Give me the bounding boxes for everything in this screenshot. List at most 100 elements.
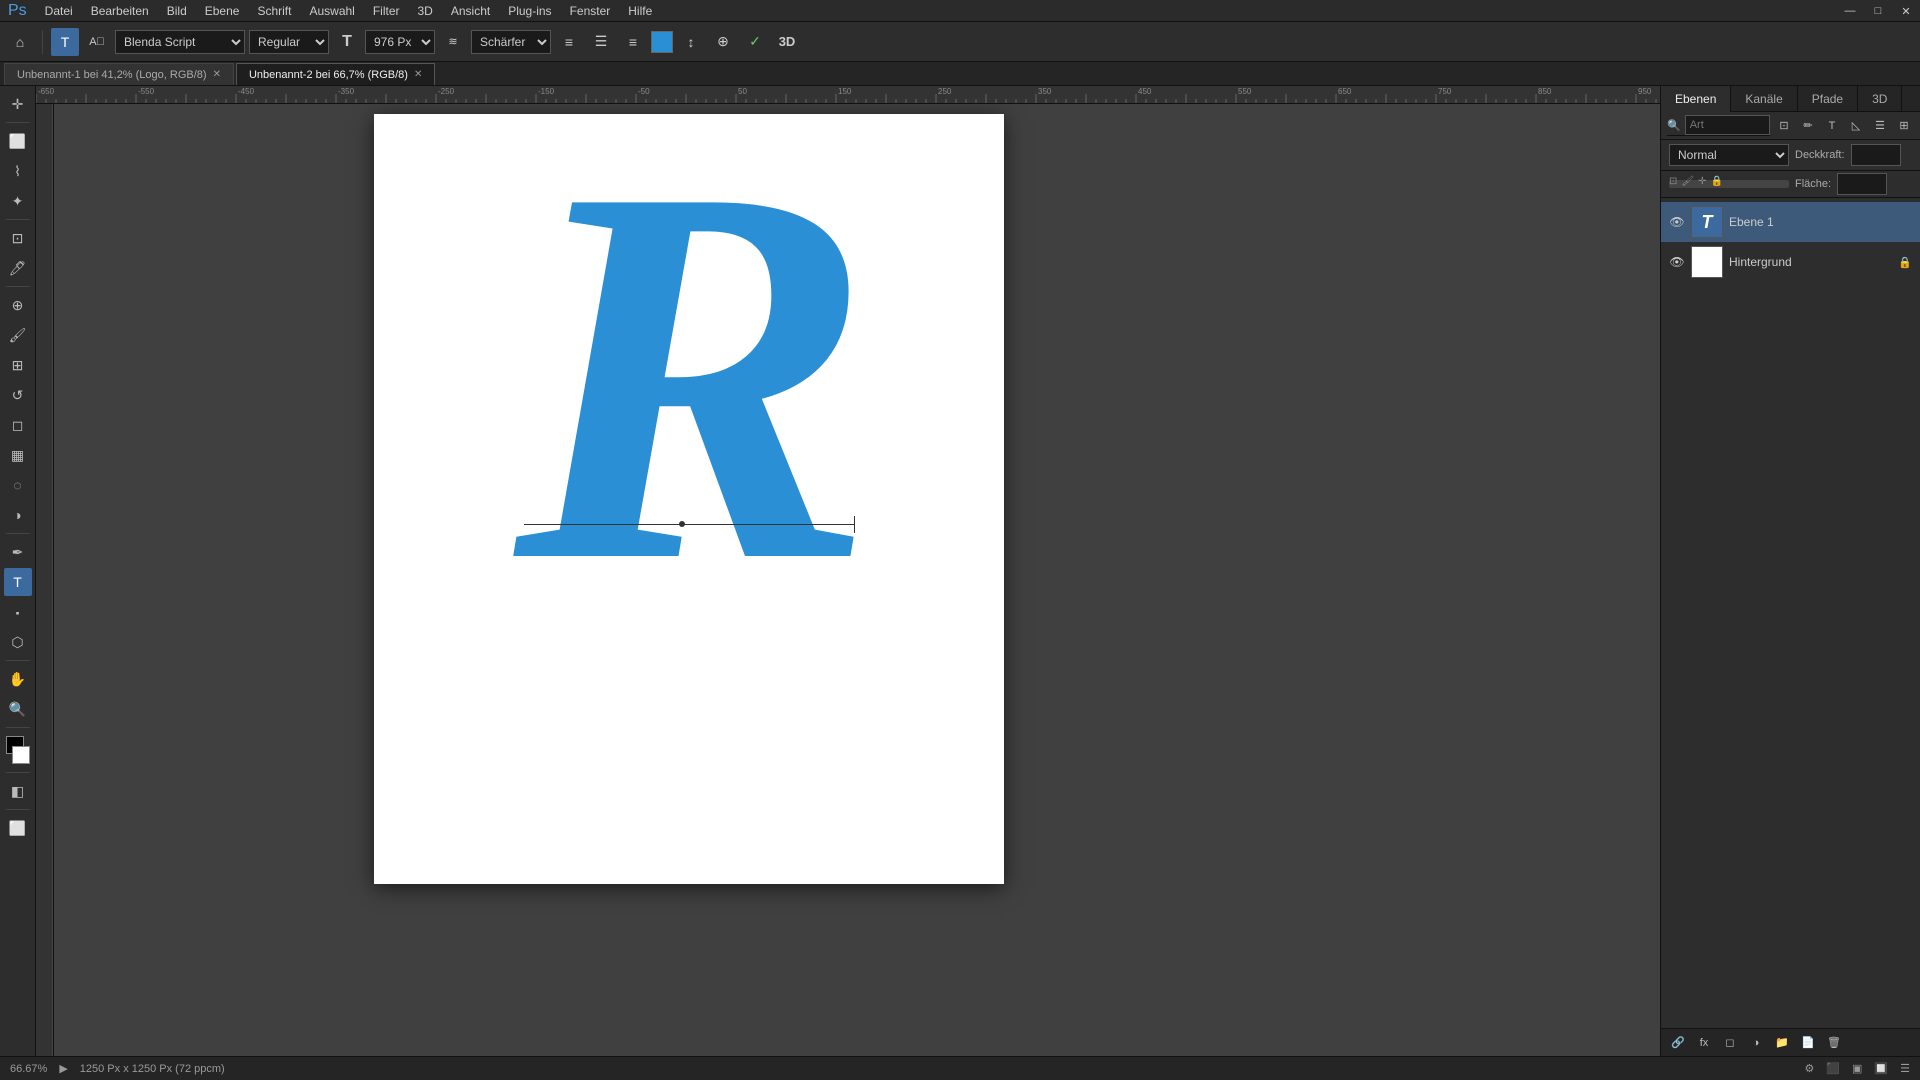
panel-icon4[interactable]: ◺ [1846,116,1866,136]
rectangle-select-tool[interactable]: ⬜ [4,127,32,155]
align-left-button[interactable]: ≡ [555,28,583,56]
font-size-select[interactable]: 976 Px [365,30,435,54]
3d-text-button[interactable]: 3D [773,28,801,56]
layer-visibility-toggle-1[interactable]: 👁 [1669,214,1685,230]
statusbar-icon5[interactable]: ☰ [1900,1062,1910,1075]
tab-1-close[interactable]: ✕ [213,69,221,80]
panel-search-area: 🔍 [1667,115,1770,136]
tab-2[interactable]: Unbenannt-2 bei 66,7% (RGB/8) ✕ [236,63,435,85]
blur-tool[interactable]: ◌ [4,471,32,499]
panel-tab-ebenen[interactable]: Ebenen [1661,86,1731,112]
statusbar-icon3[interactable]: ▣ [1852,1062,1862,1075]
warp-text-button[interactable]: ⊕ [709,28,737,56]
text-layer-content: R [514,104,874,644]
opacity-input[interactable]: 100% [1851,144,1901,166]
tab-1[interactable]: Unbenannt-1 bei 41,2% (Logo, RGB/8) ✕ [4,63,234,85]
panel-icon5[interactable]: ☰ [1870,116,1890,136]
text-tool-button[interactable]: T [51,28,79,56]
lock-transparent-button[interactable]: ⊡ [1669,176,1677,187]
divider [6,122,30,123]
eraser-tool[interactable]: ◻ [4,411,32,439]
link-layers-button[interactable]: 🔗 [1667,1032,1689,1054]
history-brush-tool[interactable]: ↺ [4,381,32,409]
text-color-swatch[interactable] [651,31,673,53]
zoom-tool[interactable]: 🔍 [4,695,32,723]
crop-tool[interactable]: ⊡ [4,224,32,252]
quick-mask-button[interactable]: ◧ [4,777,32,805]
stamp-tool[interactable]: ⊞ [4,351,32,379]
canvas-area[interactable]: R [54,104,1660,1056]
menu-ansicht[interactable]: Ansicht [443,2,498,20]
panel-tab-3d[interactable]: 3D [1858,86,1902,112]
character-button[interactable]: A⃝ [83,28,111,56]
svg-text:350: 350 [1038,87,1052,96]
menu-plugins[interactable]: Plug-ins [500,2,559,20]
healing-brush-tool[interactable]: ⊕ [4,291,32,319]
add-adjustment-button[interactable]: ◑ [1745,1032,1767,1054]
menu-3d[interactable]: 3D [410,2,441,20]
divider [42,30,43,54]
statusbar-icon2[interactable]: ⬛ [1826,1062,1840,1075]
eyedropper-tool[interactable]: 🖊 [4,254,32,282]
pen-tool[interactable]: ✒ [4,538,32,566]
3d-button[interactable]: ↕ [677,28,705,56]
panel-icon3[interactable]: T [1822,116,1842,136]
screen-mode-button[interactable]: ⬜ [4,814,32,842]
menu-hilfe[interactable]: Hilfe [620,2,660,20]
menu-filter[interactable]: Filter [365,2,408,20]
menu-auswahl[interactable]: Auswahl [301,2,362,20]
menu-ebene[interactable]: Ebene [197,2,248,20]
gradient-tool[interactable]: ▦ [4,441,32,469]
menu-bild[interactable]: Bild [159,2,195,20]
layer-item-hintergrund[interactable]: 👁 Hintergrund 🔒 [1661,242,1920,282]
anti-alias-select[interactable]: Schärfer [471,30,551,54]
lock-image-button[interactable]: 🖌 [1681,176,1694,187]
menu-schrift[interactable]: Schrift [249,2,299,20]
hand-tool[interactable]: ✋ [4,665,32,693]
statusbar: 66.67% ▶ 1250 Px x 1250 Px (72 ppcm) ⚙ ⬛… [0,1056,1920,1080]
delete-layer-button[interactable]: 🗑 [1823,1032,1845,1054]
close-button[interactable]: ✕ [1892,0,1920,22]
lock-all-button[interactable]: 🔒 [1710,176,1722,187]
layer-effects-button[interactable]: fx [1693,1032,1715,1054]
menu-fenster[interactable]: Fenster [562,2,619,20]
align-right-button[interactable]: ≡ [619,28,647,56]
background-color[interactable] [12,746,30,764]
dodge-tool[interactable]: ◑ [4,501,32,529]
panel-icon1[interactable]: ⊡ [1774,116,1794,136]
layer-search-input[interactable] [1685,115,1770,135]
blend-mode-select[interactable]: Normal [1669,144,1789,166]
add-mask-button[interactable]: ◻ [1719,1032,1741,1054]
font-family-select[interactable]: Blenda Script [115,30,245,54]
font-style-select[interactable]: Regular [249,30,329,54]
panel-tab-pfade[interactable]: Pfade [1798,86,1858,112]
new-layer-button[interactable]: 📄 [1797,1032,1819,1054]
path-select-tool[interactable]: ⬝ [4,598,32,626]
tab-2-close[interactable]: ✕ [414,69,422,80]
minimize-button[interactable]: — [1836,0,1864,22]
panel-tab-kanaele[interactable]: Kanäle [1731,86,1797,112]
align-center-button[interactable]: ☰ [587,28,615,56]
fill-input[interactable]: 100% [1837,173,1887,195]
lock-position-button[interactable]: ✛ [1698,176,1706,187]
menu-datei[interactable]: Datei [37,2,81,20]
main-toolbar: ⌂ T A⃝ Blenda Script Regular T 976 Px ≋ … [0,22,1920,62]
text-tool[interactable]: T [4,568,32,596]
panel-icon2[interactable]: ✏ [1798,116,1818,136]
shape-tool[interactable]: ⬡ [4,628,32,656]
move-tool[interactable]: ✛ [4,90,32,118]
commit-button[interactable]: ✓ [741,28,769,56]
menu-bearbeiten[interactable]: Bearbeiten [83,2,157,20]
layer-item-ebene1[interactable]: 👁 T Ebene 1 [1661,202,1920,242]
brush-tool[interactable]: 🖌 [4,321,32,349]
panel-icon6[interactable]: ⊞ [1894,116,1914,136]
home-button[interactable]: ⌂ [6,28,34,56]
magic-wand-tool[interactable]: ✦ [4,187,32,215]
new-group-button[interactable]: 📁 [1771,1032,1793,1054]
layer-visibility-toggle-2[interactable]: 👁 [1669,254,1685,270]
text-cursor-line [524,524,854,525]
statusbar-icon4[interactable]: 🔲 [1874,1062,1888,1075]
statusbar-icon1[interactable]: ⚙ [1804,1062,1814,1075]
maximize-button[interactable]: □ [1864,0,1892,22]
lasso-tool[interactable]: ⌇ [4,157,32,185]
